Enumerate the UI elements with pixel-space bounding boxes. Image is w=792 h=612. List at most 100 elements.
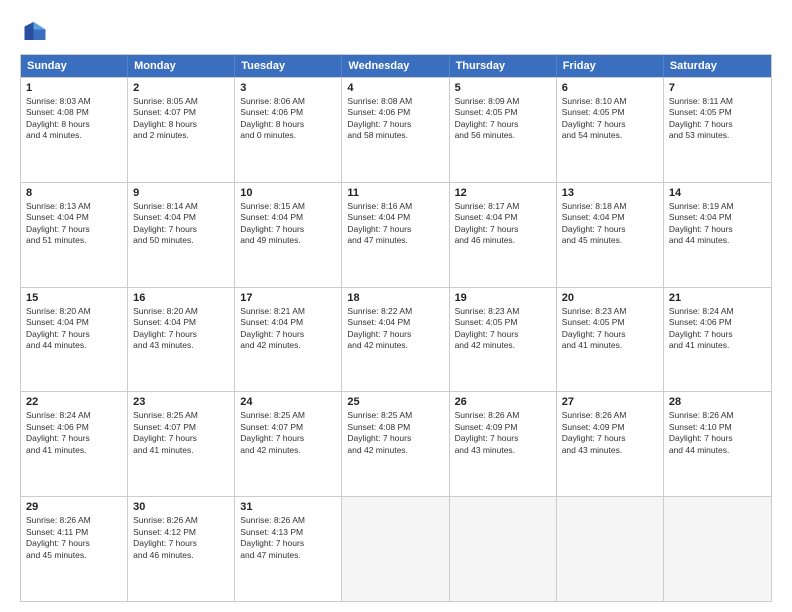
day-info: Sunrise: 8:11 AM Sunset: 4:05 PM Dayligh… xyxy=(669,96,766,142)
day-info: Sunrise: 8:24 AM Sunset: 4:06 PM Dayligh… xyxy=(669,306,766,352)
day-number: 29 xyxy=(26,501,122,513)
calendar-body: 1 Sunrise: 8:03 AM Sunset: 4:08 PM Daylig… xyxy=(21,77,771,601)
day-info: Sunrise: 8:25 AM Sunset: 4:07 PM Dayligh… xyxy=(240,410,336,456)
calendar-header: SundayMondayTuesdayWednesdayThursdayFrid… xyxy=(21,55,771,77)
logo-icon xyxy=(20,16,50,46)
day-info: Sunrise: 8:26 AM Sunset: 4:09 PM Dayligh… xyxy=(562,410,658,456)
day-number: 16 xyxy=(133,292,229,304)
day-info: Sunrise: 8:21 AM Sunset: 4:04 PM Dayligh… xyxy=(240,306,336,352)
day-number: 14 xyxy=(669,187,766,199)
day-number: 1 xyxy=(26,82,122,94)
day-info: Sunrise: 8:10 AM Sunset: 4:05 PM Dayligh… xyxy=(562,96,658,142)
calendar: SundayMondayTuesdayWednesdayThursdayFrid… xyxy=(20,54,772,602)
empty-cell xyxy=(664,497,771,601)
day-cell-3: 3 Sunrise: 8:06 AM Sunset: 4:06 PM Daylig… xyxy=(235,78,342,182)
day-info: Sunrise: 8:14 AM Sunset: 4:04 PM Dayligh… xyxy=(133,201,229,247)
day-cell-14: 14Sunrise: 8:19 AM Sunset: 4:04 PM Dayli… xyxy=(664,183,771,287)
day-info: Sunrise: 8:25 AM Sunset: 4:08 PM Dayligh… xyxy=(347,410,443,456)
day-number: 7 xyxy=(669,82,766,94)
day-cell-20: 20Sunrise: 8:23 AM Sunset: 4:05 PM Dayli… xyxy=(557,288,664,392)
day-cell-8: 8 Sunrise: 8:13 AM Sunset: 4:04 PM Daylig… xyxy=(21,183,128,287)
day-info: Sunrise: 8:08 AM Sunset: 4:06 PM Dayligh… xyxy=(347,96,443,142)
page: SundayMondayTuesdayWednesdayThursdayFrid… xyxy=(0,0,792,612)
day-info: Sunrise: 8:26 AM Sunset: 4:11 PM Dayligh… xyxy=(26,515,122,561)
day-number: 13 xyxy=(562,187,658,199)
empty-cell xyxy=(450,497,557,601)
day-number: 22 xyxy=(26,396,122,408)
day-number: 28 xyxy=(669,396,766,408)
day-info: Sunrise: 8:26 AM Sunset: 4:09 PM Dayligh… xyxy=(455,410,551,456)
day-info: Sunrise: 8:20 AM Sunset: 4:04 PM Dayligh… xyxy=(133,306,229,352)
day-info: Sunrise: 8:13 AM Sunset: 4:04 PM Dayligh… xyxy=(26,201,122,247)
day-cell-7: 7 Sunrise: 8:11 AM Sunset: 4:05 PM Daylig… xyxy=(664,78,771,182)
day-info: Sunrise: 8:15 AM Sunset: 4:04 PM Dayligh… xyxy=(240,201,336,247)
day-number: 8 xyxy=(26,187,122,199)
day-number: 3 xyxy=(240,82,336,94)
day-cell-2: 2 Sunrise: 8:05 AM Sunset: 4:07 PM Daylig… xyxy=(128,78,235,182)
day-number: 2 xyxy=(133,82,229,94)
empty-cell xyxy=(557,497,664,601)
day-cell-27: 27 Sunrise: 8:26 AM Sunset: 4:09 PM Dayli… xyxy=(557,392,664,496)
day-cell-22: 22 Sunrise: 8:24 AM Sunset: 4:06 PM Dayli… xyxy=(21,392,128,496)
day-info: Sunrise: 8:03 AM Sunset: 4:08 PM Dayligh… xyxy=(26,96,122,142)
day-cell-12: 12 Sunrise: 8:17 AM Sunset: 4:04 PM Dayli… xyxy=(450,183,557,287)
day-info: Sunrise: 8:05 AM Sunset: 4:07 PM Dayligh… xyxy=(133,96,229,142)
day-info: Sunrise: 8:24 AM Sunset: 4:06 PM Dayligh… xyxy=(26,410,122,456)
day-number: 10 xyxy=(240,187,336,199)
day-number: 20 xyxy=(562,292,658,304)
header-day-tuesday: Tuesday xyxy=(235,55,342,77)
day-number: 9 xyxy=(133,187,229,199)
day-number: 11 xyxy=(347,187,443,199)
day-number: 31 xyxy=(240,501,336,513)
day-cell-9: 9 Sunrise: 8:14 AM Sunset: 4:04 PM Daylig… xyxy=(128,183,235,287)
day-number: 27 xyxy=(562,396,658,408)
day-cell-16: 16 Sunrise: 8:20 AM Sunset: 4:04 PM Dayli… xyxy=(128,288,235,392)
day-cell-26: 26 Sunrise: 8:26 AM Sunset: 4:09 PM Dayli… xyxy=(450,392,557,496)
header-day-monday: Monday xyxy=(128,55,235,77)
day-info: Sunrise: 8:26 AM Sunset: 4:12 PM Dayligh… xyxy=(133,515,229,561)
day-cell-21: 21Sunrise: 8:24 AM Sunset: 4:06 PM Dayli… xyxy=(664,288,771,392)
day-cell-29: 29 Sunrise: 8:26 AM Sunset: 4:11 PM Dayli… xyxy=(21,497,128,601)
day-number: 25 xyxy=(347,396,443,408)
header xyxy=(20,16,772,46)
day-cell-30: 30 Sunrise: 8:26 AM Sunset: 4:12 PM Dayli… xyxy=(128,497,235,601)
day-cell-24: 24Sunrise: 8:25 AM Sunset: 4:07 PM Dayli… xyxy=(235,392,342,496)
day-info: Sunrise: 8:26 AM Sunset: 4:10 PM Dayligh… xyxy=(669,410,766,456)
day-info: Sunrise: 8:16 AM Sunset: 4:04 PM Dayligh… xyxy=(347,201,443,247)
calendar-row-5: 29 Sunrise: 8:26 AM Sunset: 4:11 PM Dayli… xyxy=(21,496,771,601)
day-cell-4: 4Sunrise: 8:08 AM Sunset: 4:06 PM Daylig… xyxy=(342,78,449,182)
day-info: Sunrise: 8:23 AM Sunset: 4:05 PM Dayligh… xyxy=(455,306,551,352)
day-cell-31: 31 Sunrise: 8:26 AM Sunset: 4:13 PM Dayli… xyxy=(235,497,342,601)
day-number: 23 xyxy=(133,396,229,408)
day-number: 6 xyxy=(562,82,658,94)
day-cell-11: 11 Sunrise: 8:16 AM Sunset: 4:04 PM Dayli… xyxy=(342,183,449,287)
empty-cell xyxy=(342,497,449,601)
calendar-row-1: 1 Sunrise: 8:03 AM Sunset: 4:08 PM Daylig… xyxy=(21,77,771,182)
calendar-row-4: 22 Sunrise: 8:24 AM Sunset: 4:06 PM Dayli… xyxy=(21,391,771,496)
day-info: Sunrise: 8:26 AM Sunset: 4:13 PM Dayligh… xyxy=(240,515,336,561)
day-number: 12 xyxy=(455,187,551,199)
header-day-thursday: Thursday xyxy=(450,55,557,77)
day-info: Sunrise: 8:09 AM Sunset: 4:05 PM Dayligh… xyxy=(455,96,551,142)
day-cell-13: 13 Sunrise: 8:18 AM Sunset: 4:04 PM Dayli… xyxy=(557,183,664,287)
day-number: 26 xyxy=(455,396,551,408)
day-cell-17: 17 Sunrise: 8:21 AM Sunset: 4:04 PM Dayli… xyxy=(235,288,342,392)
header-day-sunday: Sunday xyxy=(21,55,128,77)
day-cell-1: 1 Sunrise: 8:03 AM Sunset: 4:08 PM Daylig… xyxy=(21,78,128,182)
day-info: Sunrise: 8:25 AM Sunset: 4:07 PM Dayligh… xyxy=(133,410,229,456)
calendar-row-3: 15Sunrise: 8:20 AM Sunset: 4:04 PM Dayli… xyxy=(21,287,771,392)
day-info: Sunrise: 8:06 AM Sunset: 4:06 PM Dayligh… xyxy=(240,96,336,142)
day-cell-23: 23 Sunrise: 8:25 AM Sunset: 4:07 PM Dayli… xyxy=(128,392,235,496)
header-day-wednesday: Wednesday xyxy=(342,55,449,77)
day-cell-25: 25 Sunrise: 8:25 AM Sunset: 4:08 PM Dayli… xyxy=(342,392,449,496)
day-number: 19 xyxy=(455,292,551,304)
day-cell-28: 28 Sunrise: 8:26 AM Sunset: 4:10 PM Dayli… xyxy=(664,392,771,496)
day-cell-15: 15Sunrise: 8:20 AM Sunset: 4:04 PM Dayli… xyxy=(21,288,128,392)
day-number: 18 xyxy=(347,292,443,304)
day-number: 30 xyxy=(133,501,229,513)
day-info: Sunrise: 8:17 AM Sunset: 4:04 PM Dayligh… xyxy=(455,201,551,247)
day-info: Sunrise: 8:18 AM Sunset: 4:04 PM Dayligh… xyxy=(562,201,658,247)
header-day-friday: Friday xyxy=(557,55,664,77)
day-info: Sunrise: 8:22 AM Sunset: 4:04 PM Dayligh… xyxy=(347,306,443,352)
day-number: 17 xyxy=(240,292,336,304)
